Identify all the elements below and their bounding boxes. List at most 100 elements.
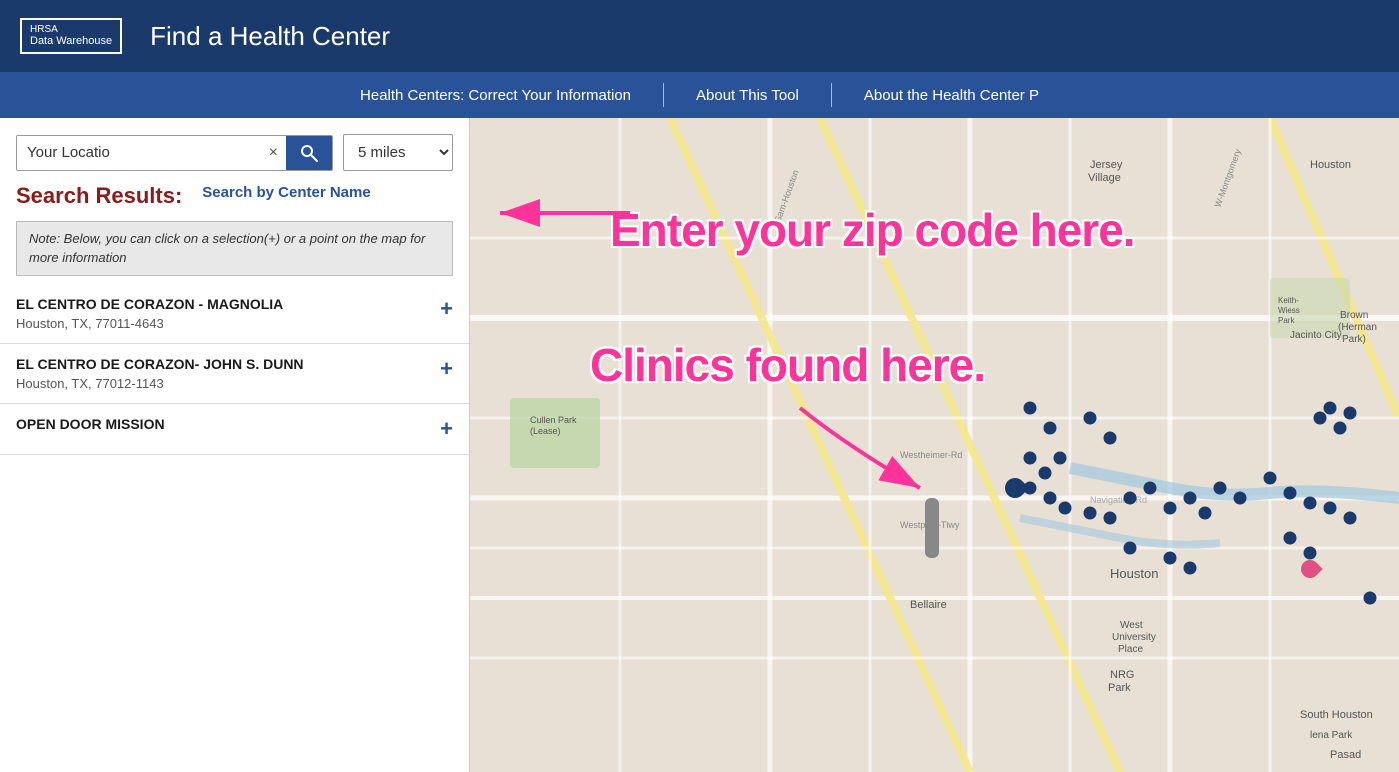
result-name: OPEN DOOR MISSION bbox=[16, 416, 428, 432]
result-name: EL CENTRO DE CORAZON - MAGNOLIA bbox=[16, 296, 428, 312]
nav-divider-2 bbox=[831, 83, 832, 107]
svg-text:Cullen Park: Cullen Park bbox=[530, 415, 577, 425]
result-item[interactable]: EL CENTRO DE CORAZON - MAGNOLIA Houston,… bbox=[0, 284, 469, 344]
svg-text:(Lease): (Lease) bbox=[530, 426, 561, 436]
map-pin[interactable] bbox=[1164, 552, 1177, 565]
search-button[interactable] bbox=[286, 136, 332, 170]
map-pin[interactable] bbox=[1304, 547, 1317, 560]
map-pin[interactable] bbox=[1214, 482, 1227, 495]
svg-text:Jersey: Jersey bbox=[1090, 159, 1123, 171]
left-panel: × 5 miles 1 mile 2 miles 10 miles 20 mil… bbox=[0, 118, 470, 772]
map-pin[interactable] bbox=[1364, 592, 1377, 605]
result-expand-btn[interactable]: + bbox=[440, 416, 453, 442]
page-title: Find a Health Center bbox=[150, 21, 390, 52]
map-pin[interactable] bbox=[1144, 482, 1157, 495]
map-pin[interactable] bbox=[1059, 502, 1072, 515]
map-area[interactable]: Cullen Park (Lease) Keith- Wiess Park Je… bbox=[470, 118, 1399, 772]
svg-text:Pasad: Pasad bbox=[1330, 749, 1361, 761]
result-expand-btn[interactable]: + bbox=[440, 296, 453, 322]
map-pin[interactable] bbox=[1054, 452, 1067, 465]
map-pin[interactable] bbox=[1044, 422, 1057, 435]
logo-area: HRSA Data Warehouse Find a Health Center bbox=[20, 18, 390, 53]
navbar: Health Centers: Correct Your Information… bbox=[0, 72, 1399, 118]
result-info: OPEN DOOR MISSION bbox=[16, 416, 428, 436]
map-pin[interactable] bbox=[1024, 402, 1037, 415]
result-address: Houston, TX, 77012-1143 bbox=[16, 376, 428, 391]
search-icon bbox=[300, 144, 318, 162]
svg-text:Brown: Brown bbox=[1340, 310, 1368, 321]
note-box: Note: Below, you can click on a selectio… bbox=[16, 221, 453, 275]
svg-text:NRG: NRG bbox=[1110, 669, 1134, 681]
center-name-link[interactable]: Search by Center Name bbox=[202, 183, 370, 203]
svg-text:Wiess: Wiess bbox=[1278, 306, 1300, 315]
map-pin[interactable] bbox=[1083, 412, 1096, 425]
result-address: Houston, TX, 77011-4643 bbox=[16, 316, 428, 331]
map-pin[interactable] bbox=[1344, 407, 1357, 420]
results-list[interactable]: EL CENTRO DE CORAZON - MAGNOLIA Houston,… bbox=[0, 284, 469, 772]
nav-about-tool[interactable]: About This Tool bbox=[664, 72, 831, 118]
svg-text:South Houston: South Houston bbox=[1300, 709, 1373, 721]
svg-text:Houston: Houston bbox=[1310, 159, 1351, 171]
svg-text:Village: Village bbox=[1088, 172, 1121, 184]
result-expand-btn[interactable]: + bbox=[440, 356, 453, 382]
map-pin[interactable] bbox=[1324, 502, 1337, 515]
nav-correct-info[interactable]: Health Centers: Correct Your Information bbox=[328, 72, 663, 118]
map-pin[interactable] bbox=[1083, 507, 1096, 520]
result-item[interactable]: EL CENTRO DE CORAZON- JOHN S. DUNN Houst… bbox=[0, 344, 469, 404]
map-pin[interactable] bbox=[1039, 467, 1052, 480]
svg-text:Bellaire: Bellaire bbox=[910, 599, 947, 611]
svg-text:Keith-: Keith- bbox=[1278, 296, 1299, 305]
location-input[interactable] bbox=[17, 136, 261, 169]
header: HRSA Data Warehouse Find a Health Center bbox=[0, 0, 1399, 72]
nav-divider-1 bbox=[663, 83, 664, 107]
svg-text:Park): Park) bbox=[1342, 334, 1366, 345]
map-pin[interactable] bbox=[1344, 512, 1357, 525]
svg-text:Houston: Houston bbox=[1110, 566, 1158, 581]
nav-about-health-center[interactable]: About the Health Center P bbox=[832, 72, 1071, 118]
map-pin[interactable] bbox=[1104, 432, 1117, 445]
map-pin[interactable] bbox=[1264, 472, 1277, 485]
svg-text:Westheimer-Rd: Westheimer-Rd bbox=[900, 450, 962, 460]
map-pin[interactable] bbox=[1284, 487, 1297, 500]
svg-text:(Herman: (Herman bbox=[1338, 322, 1377, 333]
map-pin[interactable] bbox=[1234, 492, 1247, 505]
map-pin[interactable] bbox=[1304, 497, 1317, 510]
svg-text:Place: Place bbox=[1118, 644, 1143, 655]
map-pin[interactable] bbox=[1164, 502, 1177, 515]
map-pin[interactable] bbox=[1324, 402, 1337, 415]
svg-text:Jacinto City: Jacinto City bbox=[1290, 330, 1342, 341]
map-pin[interactable] bbox=[1124, 542, 1137, 555]
hrsa-text: HRSA bbox=[30, 24, 112, 35]
main-content: × 5 miles 1 mile 2 miles 10 miles 20 mil… bbox=[0, 118, 1399, 772]
map-pin[interactable] bbox=[1334, 422, 1347, 435]
map-pin[interactable] bbox=[1284, 532, 1297, 545]
data-warehouse-text: Data Warehouse bbox=[30, 35, 112, 47]
scrollbar[interactable] bbox=[925, 498, 939, 558]
result-item[interactable]: OPEN DOOR MISSION + bbox=[0, 404, 469, 455]
map-pin[interactable] bbox=[1184, 562, 1197, 575]
result-info: EL CENTRO DE CORAZON- JOHN S. DUNN Houst… bbox=[16, 356, 428, 391]
svg-text:West: West bbox=[1120, 620, 1143, 631]
svg-text:Park: Park bbox=[1108, 682, 1131, 694]
clear-button[interactable]: × bbox=[261, 140, 286, 166]
map-pin[interactable] bbox=[1184, 492, 1197, 505]
map-pin[interactable] bbox=[1199, 507, 1212, 520]
svg-text:lena Park: lena Park bbox=[1310, 730, 1353, 741]
hrsa-logo: HRSA Data Warehouse bbox=[20, 18, 122, 53]
result-name: EL CENTRO DE CORAZON- JOHN S. DUNN bbox=[16, 356, 428, 372]
svg-text:University: University bbox=[1112, 632, 1156, 643]
map-pin[interactable] bbox=[1044, 492, 1057, 505]
location-input-wrap: × bbox=[16, 135, 333, 171]
map-pin[interactable] bbox=[1024, 452, 1037, 465]
search-label-row: Search Results: Search by Center Name bbox=[0, 179, 469, 217]
map-pin[interactable] bbox=[1314, 412, 1327, 425]
svg-text:Navigation-Rd: Navigation-Rd bbox=[1090, 495, 1147, 505]
map-pin[interactable] bbox=[1104, 512, 1117, 525]
svg-text:Park: Park bbox=[1278, 316, 1295, 325]
distance-select[interactable]: 5 miles 1 mile 2 miles 10 miles 20 miles bbox=[343, 134, 453, 171]
map-background: Cullen Park (Lease) Keith- Wiess Park Je… bbox=[470, 118, 1399, 772]
search-row: × 5 miles 1 mile 2 miles 10 miles 20 mil… bbox=[0, 118, 469, 179]
result-info: EL CENTRO DE CORAZON - MAGNOLIA Houston,… bbox=[16, 296, 428, 331]
map-pin[interactable] bbox=[1124, 492, 1137, 505]
search-results-label: Search Results: bbox=[16, 183, 182, 209]
